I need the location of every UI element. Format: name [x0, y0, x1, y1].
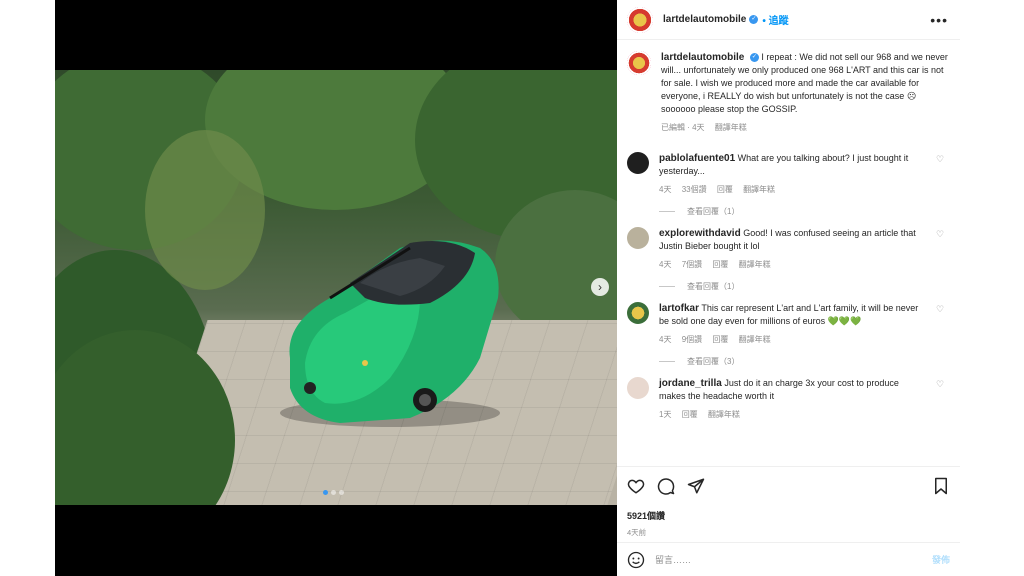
emoji-icon[interactable] [627, 551, 645, 569]
avatar[interactable] [627, 302, 649, 324]
view-replies-button[interactable]: 查看回覆（3） [659, 356, 948, 367]
comment-icon[interactable] [657, 477, 675, 495]
view-replies-button[interactable]: 查看回覆（1） [659, 206, 948, 217]
reply-button[interactable]: 回覆 [682, 410, 698, 419]
post-time[interactable]: 4天前 [627, 527, 950, 538]
comment-username[interactable]: explorewithdavid [659, 228, 741, 239]
heart-icon[interactable]: ♡ [936, 302, 948, 346]
view-replies-label: 查看回覆（3） [687, 357, 740, 366]
view-replies-label: 查看回覆（1） [687, 282, 740, 291]
share-icon[interactable] [687, 477, 705, 495]
comment-age: 4天 [659, 260, 672, 269]
reply-button[interactable]: 回覆 [712, 335, 728, 344]
avatar[interactable] [627, 152, 649, 174]
reply-button[interactable]: 回覆 [717, 185, 733, 194]
action-bar: 5921個讚 4天前 [617, 466, 960, 542]
avatar[interactable] [627, 51, 651, 75]
comment-age: 1天 [659, 410, 672, 419]
comment-likes[interactable]: 9個讚 [682, 335, 702, 344]
caption: lartdelautomobile ✓ I repeat : We did no… [627, 51, 948, 134]
caption-edited: 已編輯 · 4天 [661, 123, 705, 132]
view-replies-button[interactable]: 查看回覆（1） [659, 281, 948, 292]
post-button[interactable]: 發佈 [932, 553, 950, 566]
carousel-dots [323, 490, 344, 495]
avatar[interactable] [627, 6, 653, 33]
comment-item: jordane_trilla Just do it an charge 3x y… [627, 377, 948, 421]
comment-username[interactable]: pablolafuente01 [659, 153, 735, 164]
add-comment-bar: 發佈 [617, 542, 960, 576]
bookmark-icon[interactable] [932, 477, 950, 495]
comment-item: pablolafuente01 What are you talking abo… [627, 152, 948, 217]
comment-item: explorewithdavid Good! I was confused se… [627, 227, 948, 292]
heart-icon[interactable]: ♡ [936, 227, 948, 271]
verified-icon: ✓ [749, 15, 759, 24]
translate-link[interactable]: 翻譯年糕 [739, 335, 771, 344]
comment-age: 4天 [659, 335, 672, 344]
translate-link[interactable]: 翻譯年糕 [715, 123, 747, 132]
follow-button[interactable]: • 追蹤 [762, 12, 788, 27]
avatar[interactable] [627, 227, 649, 249]
follow-label: 追蹤 [768, 16, 789, 27]
translate-link[interactable]: 翻譯年糕 [743, 185, 775, 194]
caption-username[interactable]: lartdelautomobile [661, 52, 744, 63]
media-column: › [55, 0, 617, 576]
next-image-button[interactable]: › [591, 278, 609, 296]
avatar[interactable] [627, 377, 649, 399]
post-panel: lartdelautomobile ✓ • 追蹤 ••• lartdelauto… [617, 0, 960, 576]
translate-link[interactable]: 翻譯年糕 [708, 410, 740, 419]
heart-icon[interactable] [627, 477, 645, 495]
heart-icon[interactable]: ♡ [936, 377, 948, 421]
like-count[interactable]: 5921個讚 [627, 509, 950, 522]
translate-link[interactable]: 翻譯年糕 [739, 260, 771, 269]
comment-username[interactable]: jordane_trilla [659, 378, 722, 389]
comment-item: lartofkar This car represent L'art and L… [627, 302, 948, 367]
post-photo[interactable]: › [55, 70, 617, 505]
more-icon[interactable]: ••• [930, 12, 948, 28]
comment-username[interactable]: lartofkar [659, 303, 699, 314]
green-convertible-car [280, 240, 500, 427]
post-header: lartdelautomobile ✓ • 追蹤 ••• [617, 0, 960, 40]
comment-input[interactable] [655, 554, 932, 565]
verified-icon: ✓ [749, 53, 759, 63]
header-username[interactable]: lartdelautomobile [663, 14, 746, 25]
foliage [145, 130, 265, 290]
reply-button[interactable]: 回覆 [712, 260, 728, 269]
comment-age: 4天 [659, 185, 672, 194]
comment-likes[interactable]: 33個讚 [682, 185, 707, 194]
view-replies-label: 查看回覆（1） [687, 207, 740, 216]
comments-list[interactable]: lartdelautomobile ✓ I repeat : We did no… [617, 41, 960, 465]
heart-icon[interactable]: ♡ [936, 152, 948, 196]
comment-likes[interactable]: 7個讚 [682, 260, 702, 269]
